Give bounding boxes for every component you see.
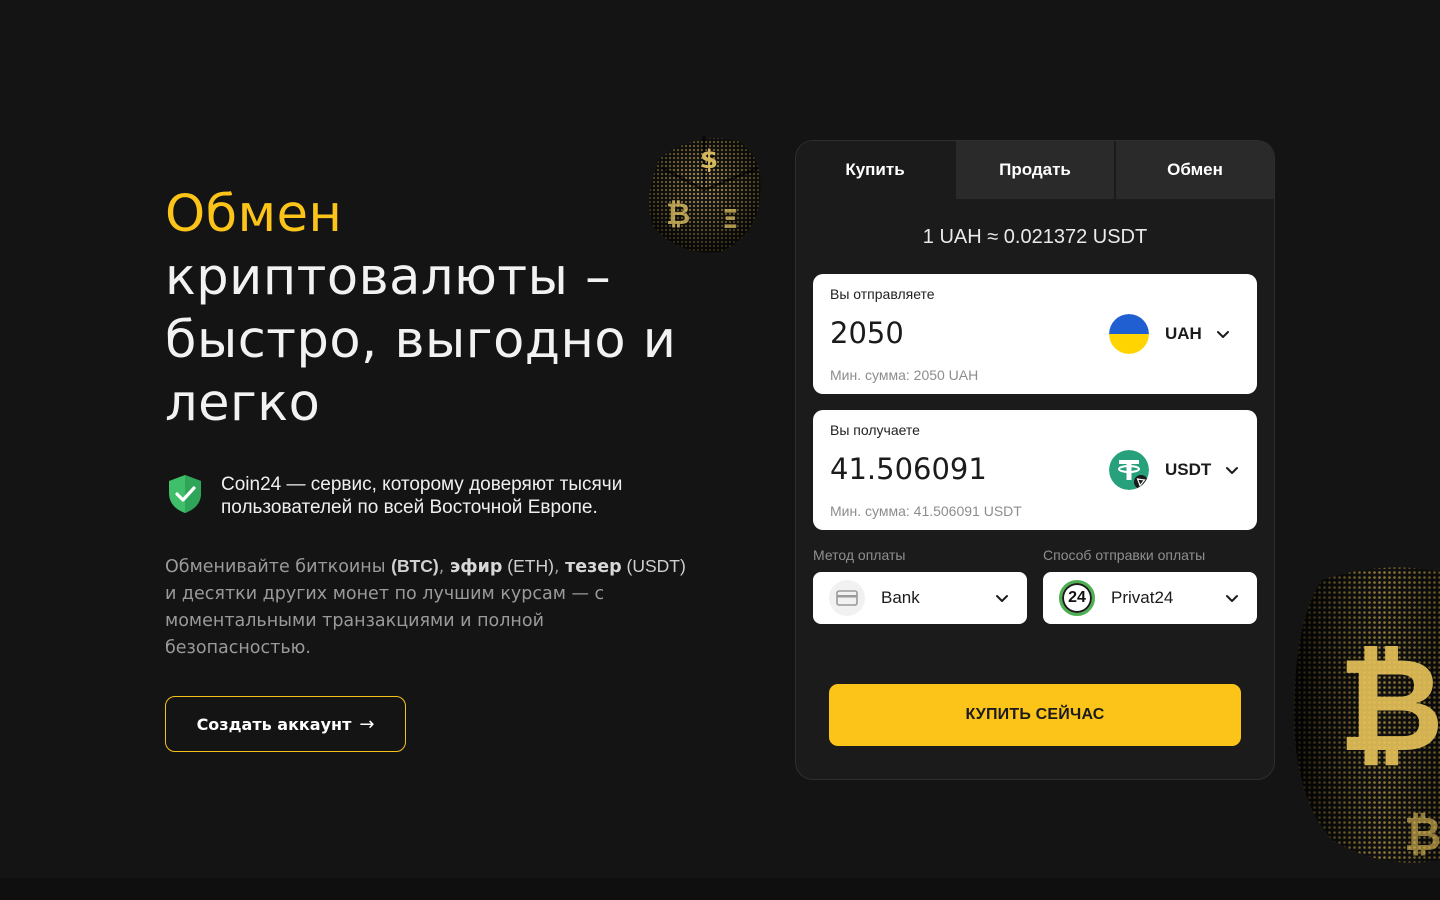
usdt-ticker: (USDT)	[621, 556, 686, 576]
hero-description: Обменивайте биткоины (BTC), эфир (ETH), …	[165, 553, 695, 662]
footer-strip	[0, 878, 1440, 900]
desc-text: ,	[438, 557, 450, 577]
hero-title-accent: Обмен	[165, 185, 343, 244]
exchange-rate: 1 UAH ≈ 0.021372 USDT	[922, 226, 1148, 248]
payment-channel-select[interactable]: 24 Privat24	[1043, 572, 1257, 624]
create-account-label: Создать аккаунт	[196, 714, 352, 734]
privat24-icon: 24	[1059, 580, 1095, 616]
send-currency-code: UAH	[1165, 324, 1202, 343]
receive-label: Вы получаете	[830, 422, 920, 438]
send-currency-select[interactable]: UAH	[1109, 312, 1230, 356]
send-min-amount: Мин. сумма: 2050 UAH	[830, 367, 979, 383]
trust-text: Coin24 — сервис, которому доверяют тысяч…	[221, 474, 623, 518]
exchange-tabs: Купить Продать Обмен	[796, 141, 1274, 199]
chevron-down-icon	[1226, 595, 1238, 602]
exchange-widget: Купить Продать Обмен 1 UAH ≈ 0.021372 US…	[795, 140, 1275, 780]
hero-section: Обмен криптовалюты – быстро, выгодно и л…	[165, 183, 725, 752]
chevron-down-icon	[996, 595, 1008, 602]
shield-check-icon	[169, 475, 201, 513]
payment-method-select[interactable]: Bank	[813, 572, 1027, 624]
svg-text:₿: ₿	[1404, 807, 1440, 861]
payment-channel-label: Способ отправки оплаты	[1043, 547, 1206, 563]
desc-text: Обменивайте биткоины	[165, 557, 392, 577]
buy-now-button[interactable]: КУПИТЬ СЕЙЧАС	[829, 684, 1241, 746]
svg-text:$: $	[700, 145, 718, 175]
create-account-button[interactable]: Создать аккаунт →	[165, 696, 406, 752]
receive-currency-select[interactable]: USDT	[1109, 448, 1239, 492]
svg-text:₿: ₿	[1338, 629, 1440, 781]
arrow-right-icon: →	[359, 713, 375, 735]
payment-method-value: Bank	[881, 588, 920, 607]
eth-word: эфир	[449, 557, 503, 577]
send-label: Вы отправляете	[830, 286, 935, 302]
payment-method-label: Метод оплаты	[813, 547, 906, 563]
tab-buy[interactable]: Купить	[796, 141, 954, 199]
send-field: Вы отправляете Мин. сумма: 2050 UAH UAH	[813, 274, 1257, 394]
ukraine-flag-icon	[1109, 314, 1149, 354]
btc-ticker: (BTC)	[391, 556, 439, 576]
desc-text: ,	[553, 557, 566, 577]
hero-title: Обмен криптовалюты – быстро, выгодно и л…	[165, 183, 725, 435]
tab-sell[interactable]: Продать	[954, 141, 1114, 199]
card-icon	[829, 580, 865, 616]
hero-title-rest: криптовалюты – быстро, выгодно и легко	[165, 248, 677, 433]
usdt-word: тезер	[565, 557, 622, 577]
receive-currency-code: USDT	[1165, 460, 1212, 479]
payment-channel-value: Privat24	[1111, 588, 1174, 607]
chevron-down-icon	[1226, 467, 1239, 474]
tab-exchange[interactable]: Обмен	[1114, 141, 1274, 199]
tether-icon	[1109, 450, 1149, 490]
eth-ticker: (ETH)	[502, 556, 554, 576]
receive-field: Вы получаете Мин. сумма: 41.506091 USDT …	[813, 410, 1257, 530]
receive-amount-input[interactable]	[830, 452, 1080, 486]
send-amount-input[interactable]	[830, 316, 1080, 350]
chevron-down-icon	[1216, 331, 1229, 338]
bitcoin-cube-decoration-icon: ₿ ₿	[1294, 567, 1440, 863]
desc-text: и десятки других монет по лучшим курсам …	[165, 584, 605, 658]
trust-block: Coin24 — сервис, которому доверяют тысяч…	[165, 473, 725, 519]
receive-min-amount: Мин. сумма: 41.506091 USDT	[830, 503, 1022, 519]
